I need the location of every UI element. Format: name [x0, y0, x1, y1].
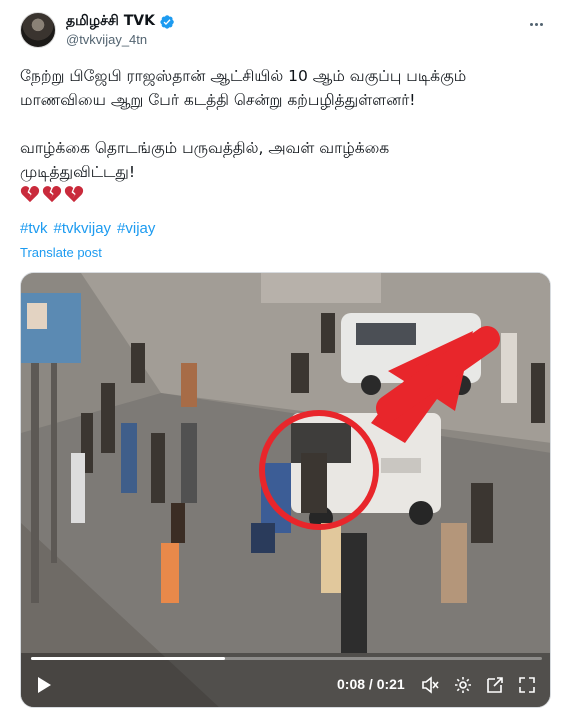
hashtag-link[interactable]: #tvk	[20, 220, 48, 237]
author-display-name[interactable]: தமிழச்சி TVK	[66, 13, 155, 31]
play-icon[interactable]	[35, 676, 53, 694]
video-progress-fill	[31, 657, 226, 660]
author-handle[interactable]: @tvkvijay_4tn	[66, 32, 147, 47]
post-text-line: வாழ்க்கை தொடங்கும் பருவத்தில், அவள் வாழ்…	[20, 139, 390, 157]
post-header: தமிழச்சி TVK @tvkvijay_4tn	[20, 10, 550, 54]
translate-post-link[interactable]: Translate post	[20, 245, 102, 260]
mute-icon[interactable]	[420, 675, 440, 695]
picture-in-picture-icon[interactable]	[485, 675, 505, 695]
post-text-line: முடித்துவிட்டது!	[20, 163, 136, 181]
hashtag-link[interactable]: #vijay	[117, 220, 155, 237]
broken-heart-icon	[64, 186, 84, 203]
verified-badge-icon	[160, 15, 174, 29]
post-text-line: மாணவியை ஆறு பேர் கடத்தி சென்று கற்பழித்த…	[20, 91, 416, 109]
more-options-icon[interactable]	[526, 14, 546, 34]
hashtag-list: #tvk #tvkvijay #vijay	[20, 220, 155, 237]
fullscreen-icon[interactable]	[517, 675, 537, 695]
post-body: நேற்று பிஜேபி ராஜஸ்தான் ஆட்சியில் 10 ஆம்…	[20, 64, 550, 203]
broken-heart-icon	[42, 186, 62, 203]
post-text-line: நேற்று பிஜேபி ராஜஸ்தான் ஆட்சியில் 10 ஆம்…	[20, 67, 467, 85]
video-controls: 0:08 / 0:21	[21, 669, 550, 705]
broken-heart-icon	[20, 186, 40, 203]
video-frame	[21, 273, 550, 707]
video-player[interactable]: 0:08 / 0:21	[20, 272, 551, 708]
avatar[interactable]	[20, 12, 56, 48]
emoji-row	[20, 185, 550, 203]
settings-gear-icon[interactable]	[453, 675, 473, 695]
video-progress-bar[interactable]	[31, 657, 542, 660]
video-time: 0:08 / 0:21	[337, 676, 405, 692]
author-name-line: தமிழச்சி TVK	[66, 13, 175, 31]
hashtag-link[interactable]: #tvkvijay	[54, 220, 112, 237]
